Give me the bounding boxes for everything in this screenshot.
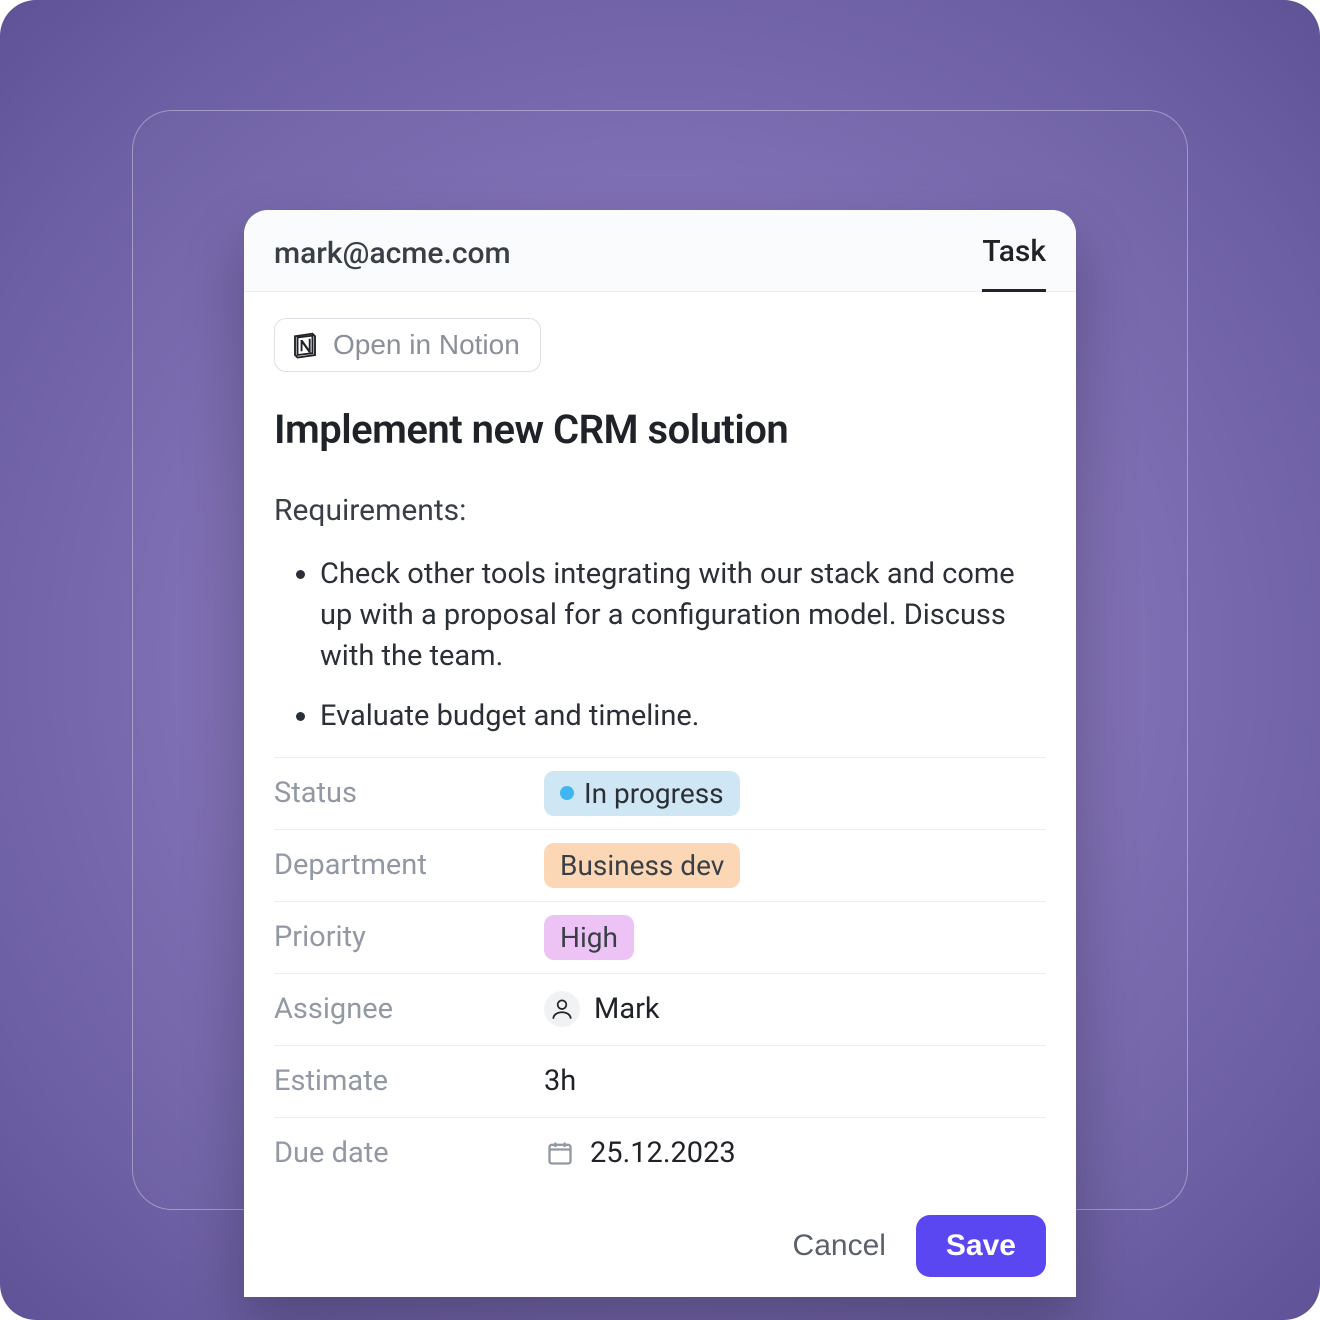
prop-row-due-date: Due date 25.12.2023 — [274, 1117, 1046, 1189]
status-dot-icon — [560, 786, 574, 800]
background: mark@acme.com Task Open in Notion Implem… — [0, 0, 1320, 1320]
card-body: Open in Notion Implement new CRM solutio… — [244, 292, 1076, 1189]
prop-row-estimate: Estimate 3h — [274, 1045, 1046, 1117]
open-in-notion-label: Open in Notion — [333, 329, 520, 361]
prop-value-assignee[interactable]: Mark — [544, 991, 660, 1027]
prop-label: Department — [274, 848, 544, 882]
prop-value-status[interactable]: In progress — [544, 771, 740, 816]
prop-label: Due date — [274, 1136, 544, 1170]
prop-label: Priority — [274, 920, 544, 954]
assignee-name: Mark — [594, 992, 660, 1026]
list-item: Check other tools integrating with our s… — [320, 554, 1046, 678]
task-title: Implement new CRM solution — [274, 406, 1046, 453]
priority-tag: High — [544, 915, 634, 960]
estimate-text: 3h — [544, 1064, 576, 1098]
prop-label: Status — [274, 776, 544, 810]
task-card: mark@acme.com Task Open in Notion Implem… — [244, 210, 1076, 1297]
department-tag: Business dev — [544, 843, 740, 888]
prop-row-assignee: Assignee Mark — [274, 973, 1046, 1045]
due-date-text: 25.12.2023 — [590, 1136, 736, 1170]
cancel-button[interactable]: Cancel — [793, 1229, 886, 1263]
save-button[interactable]: Save — [916, 1215, 1046, 1277]
requirements-list: Check other tools integrating with our s… — [274, 554, 1046, 737]
prop-value-estimate[interactable]: 3h — [544, 1064, 576, 1098]
notion-icon — [289, 329, 321, 361]
list-item: Evaluate budget and timeline. — [320, 696, 1046, 737]
prop-label: Assignee — [274, 992, 544, 1026]
tab-task[interactable]: Task — [982, 234, 1046, 292]
prop-value-due-date[interactable]: 25.12.2023 — [544, 1136, 736, 1170]
calendar-icon — [544, 1137, 576, 1169]
properties-table: Status In progress Department Business d… — [274, 757, 1046, 1189]
prop-row-priority: Priority High — [274, 901, 1046, 973]
prop-value-priority[interactable]: High — [544, 915, 634, 960]
status-text: In progress — [584, 777, 724, 810]
prop-row-department: Department Business dev — [274, 829, 1046, 901]
card-footer: Cancel Save — [244, 1189, 1076, 1297]
prop-label: Estimate — [274, 1064, 544, 1098]
avatar-icon — [544, 991, 580, 1027]
requirements-label: Requirements: — [274, 493, 1046, 528]
card-header: mark@acme.com Task — [244, 210, 1076, 292]
open-in-notion-button[interactable]: Open in Notion — [274, 318, 541, 372]
prop-row-status: Status In progress — [274, 757, 1046, 829]
user-email: mark@acme.com — [274, 236, 511, 271]
prop-value-department[interactable]: Business dev — [544, 843, 740, 888]
